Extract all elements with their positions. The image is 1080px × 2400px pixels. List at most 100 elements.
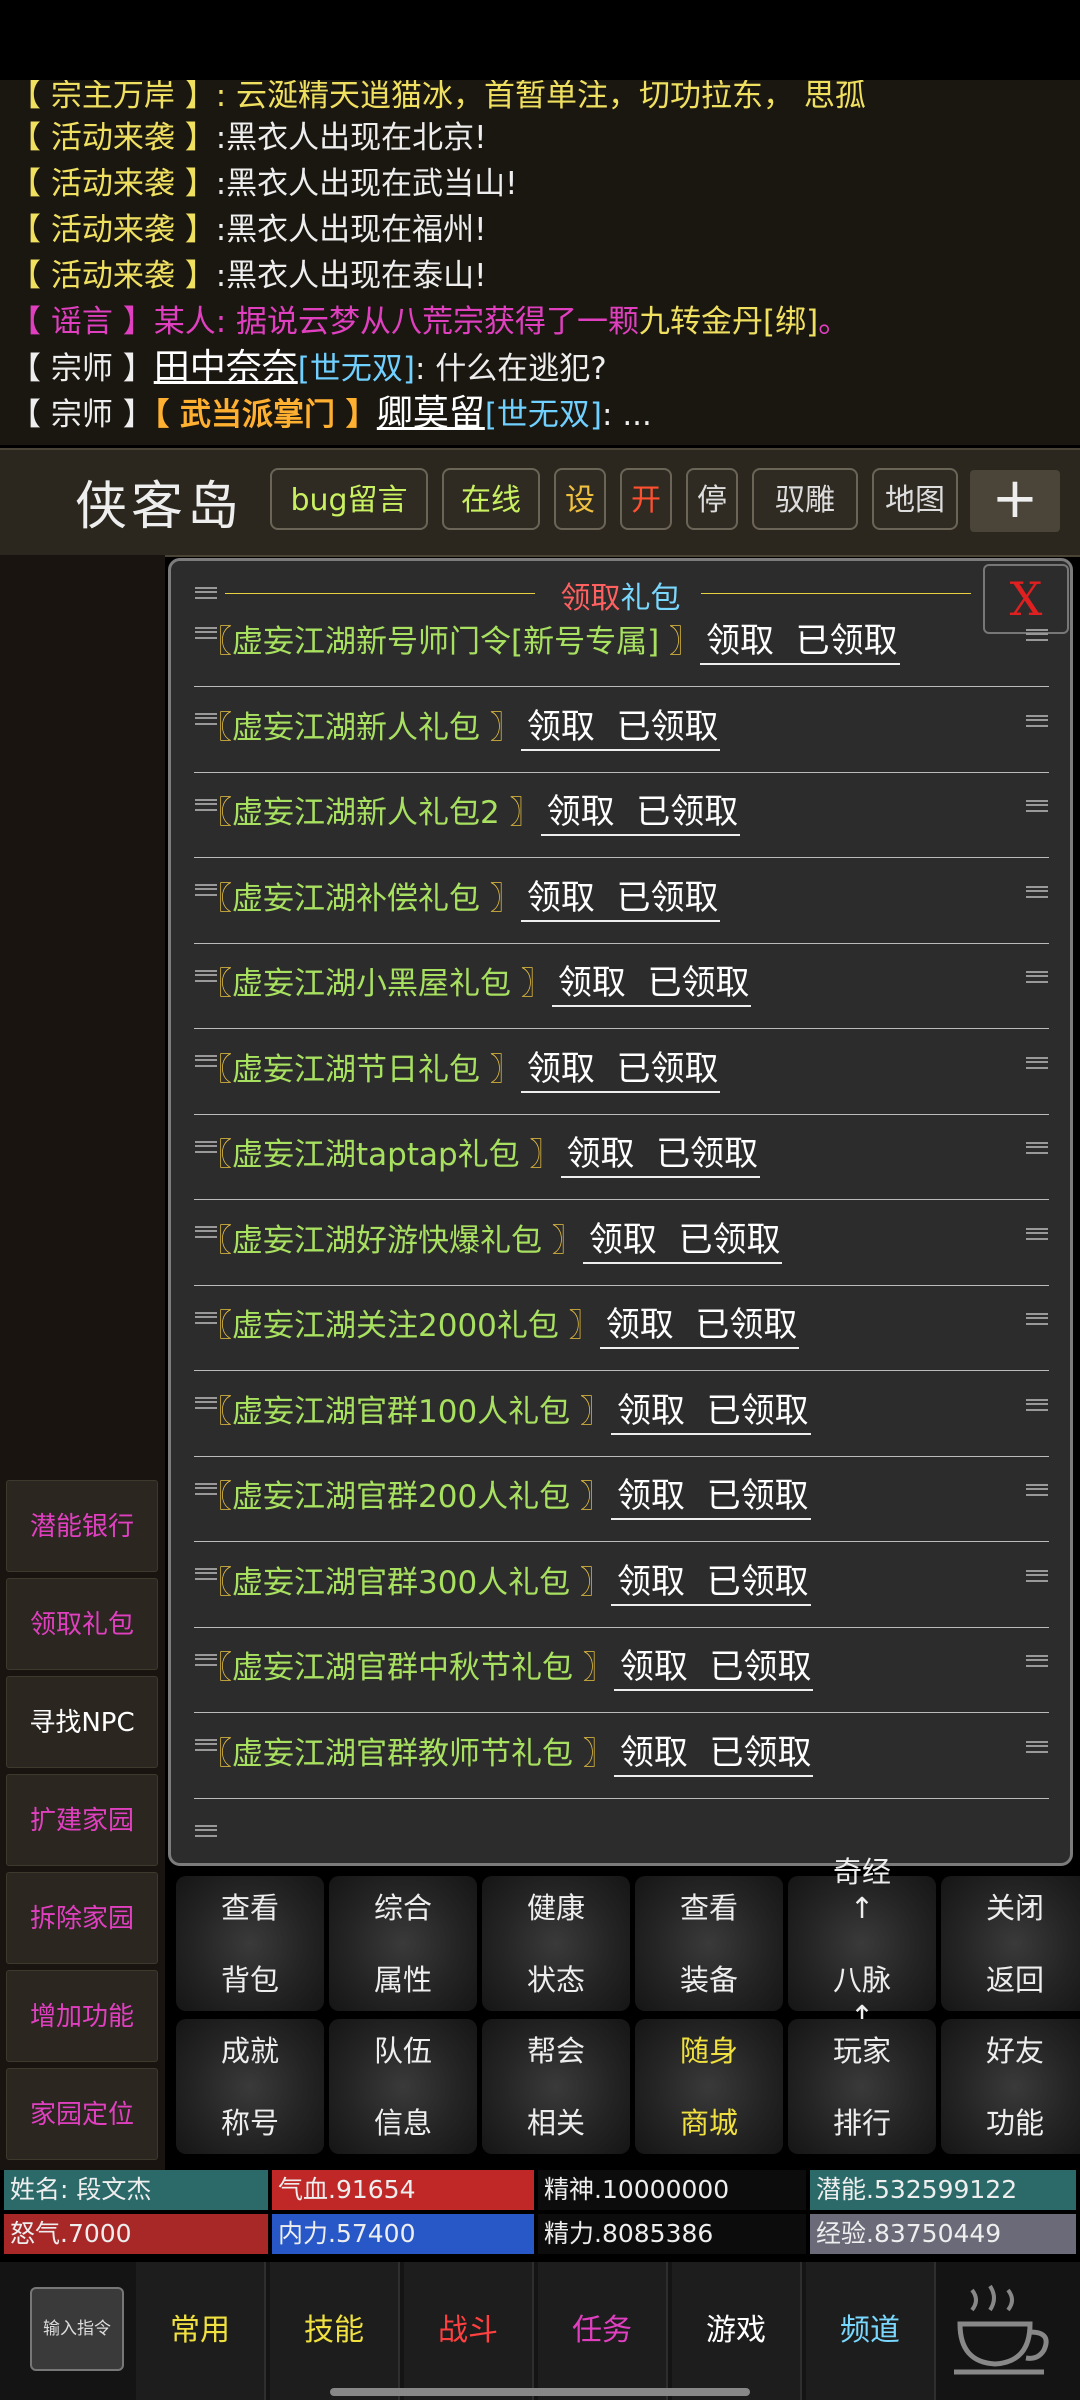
plus-icon[interactable]: + bbox=[970, 470, 1060, 532]
player-name-link[interactable]: 田中奈奈 bbox=[154, 347, 298, 388]
close-icon[interactable]: X bbox=[983, 564, 1069, 634]
menu-mark-icon bbox=[195, 713, 217, 725]
action-button-shop[interactable]: 随身 商城 bbox=[635, 2019, 783, 2154]
sidebar-item-home-locate[interactable]: 家园定位 bbox=[6, 2068, 158, 2160]
menu-mark-icon bbox=[195, 1226, 217, 1238]
nav-battle[interactable]: 战斗 bbox=[404, 2262, 534, 2400]
chat-line: 【 宗师 】【 武当派掌门 】卿莫留[世无双]: ... bbox=[10, 393, 652, 434]
chat-line: 【 宗主万岸 】: 云涎精天逍猫冰，首暂单注，切功拉东， 思孤 bbox=[10, 80, 866, 114]
gift-row: 〖虚妄江湖官群教师节礼包 〗领取 已领取 bbox=[201, 1723, 814, 1783]
action-button-friends[interactable]: 好友 功能 bbox=[941, 2019, 1080, 2154]
gift-name: 虚妄江湖官群中秋节礼包 bbox=[232, 1650, 573, 1686]
stop-button[interactable]: 停 bbox=[686, 468, 738, 530]
sidebar-item-find-npc[interactable]: 寻找NPC bbox=[6, 1676, 158, 1768]
sidebar-item-remove-home[interactable]: 拆除家园 bbox=[6, 1872, 158, 1964]
divider bbox=[194, 1626, 1049, 1628]
claim-link[interactable]: 领取 已领取 bbox=[611, 1476, 811, 1520]
player-name-link[interactable]: 卿莫留 bbox=[377, 393, 485, 434]
game-title: 侠客岛 bbox=[75, 477, 244, 537]
sidebar-item-add-function[interactable]: 增加功能 bbox=[6, 1970, 158, 2062]
gift-row: 〖虚妄江湖新人礼包 〗领取 已领取 bbox=[201, 697, 721, 757]
action-button-ranking[interactable]: 玩家 排行 bbox=[788, 2019, 936, 2154]
claim-link[interactable]: 领取 已领取 bbox=[613, 1647, 814, 1691]
gift-name: 虚妄江湖新人礼包 bbox=[232, 709, 480, 746]
action-button-bag[interactable]: 查看 背包 bbox=[176, 1876, 324, 2011]
menu-mark-icon bbox=[1026, 629, 1048, 641]
chat-line: 【 活动来袭 】:黑衣人出现在福州! bbox=[10, 212, 487, 248]
sidebar-item-gift-claim[interactable]: 领取礼包 bbox=[6, 1578, 158, 1670]
online-button[interactable]: 在线 bbox=[442, 468, 540, 530]
menu-mark-icon bbox=[1026, 714, 1048, 727]
gift-row: 〖虚妄江湖官群中秋节礼包 〗领取 已领取 bbox=[201, 1637, 814, 1697]
claim-link[interactable]: 领取 已领取 bbox=[700, 621, 900, 665]
input-command-button[interactable]: 输入指令 bbox=[30, 2287, 124, 2371]
action-button-close-return[interactable]: 关闭 返回 bbox=[941, 1876, 1080, 2011]
menu-mark-icon bbox=[1026, 1227, 1048, 1240]
gift-name: 虚妄江湖官群100人礼包 bbox=[232, 1393, 571, 1430]
claim-link[interactable]: 领取 已领取 bbox=[520, 1048, 721, 1093]
gift-name: 虚妄江湖新人礼包2 bbox=[232, 795, 500, 831]
bug-report-button[interactable]: bug留言 bbox=[270, 468, 428, 530]
menu-mark-icon bbox=[195, 1055, 217, 1067]
claim-link[interactable]: 领取 已领取 bbox=[582, 1219, 783, 1264]
gift-row: 〖虚妄江湖官群100人礼包 〗领取 已领取 bbox=[201, 1381, 811, 1441]
divider bbox=[194, 771, 1049, 773]
gift-row: 〖虚妄江湖关注2000礼包 〗领取 已领取 bbox=[201, 1295, 800, 1355]
nav-channels[interactable]: 频道 bbox=[806, 2262, 936, 2400]
claim-link[interactable]: 领取 已领取 bbox=[520, 877, 721, 922]
nav-tasks[interactable]: 任务 bbox=[538, 2262, 668, 2400]
hp-stat: 气血.91654 bbox=[272, 2170, 534, 2210]
claim-link[interactable]: 领取 已领取 bbox=[611, 1561, 811, 1606]
action-button-equipment[interactable]: 查看 装备 bbox=[635, 1876, 783, 2011]
divider bbox=[194, 857, 1049, 858]
divider bbox=[194, 1455, 1049, 1457]
menu-mark-icon bbox=[1026, 885, 1048, 898]
gift-name: 虚妄江湖新号师门令[新号专属] bbox=[232, 624, 660, 660]
nav-skills[interactable]: 技能 bbox=[270, 2262, 400, 2400]
claim-link[interactable]: 领取 已领取 bbox=[540, 792, 741, 836]
divider bbox=[194, 942, 1049, 944]
claim-link[interactable]: 领取 已领取 bbox=[560, 1134, 761, 1178]
gift-row: 〖虚妄江湖好游快爆礼包 〗领取 已领取 bbox=[201, 1210, 783, 1270]
action-button-guild[interactable]: 帮会 相关 bbox=[482, 2019, 630, 2154]
action-button-attributes[interactable]: 综合 属性 bbox=[329, 1876, 477, 2011]
claim-link[interactable]: 领取 已领取 bbox=[599, 1305, 800, 1349]
menu-mark-icon bbox=[1026, 1484, 1048, 1496]
claim-link[interactable]: 领取 已领取 bbox=[520, 706, 721, 751]
action-button-health[interactable]: 健康 状态 bbox=[482, 1876, 630, 2011]
claim-link[interactable]: 领取 已领取 bbox=[613, 1732, 814, 1777]
settings-button[interactable]: 设 bbox=[554, 468, 606, 530]
claim-link[interactable]: 领取 已领取 bbox=[611, 1390, 811, 1435]
nav-guide[interactable]: 游戏 bbox=[672, 2262, 802, 2400]
map-button[interactable]: 地图 bbox=[872, 468, 958, 530]
gift-row: 〖虚妄江湖taptap礼包 〗领取 已领取 bbox=[201, 1124, 761, 1184]
chat-log[interactable]: 【 宗主万岸 】: 云涎精天逍猫冰，首暂单注，切功拉东， 思孤 【 活动来袭 】… bbox=[0, 80, 1080, 445]
nav-common-commands[interactable]: 常用 bbox=[136, 2262, 266, 2400]
chat-line: 【 谣言 】某人: 据说云梦从八荒宗获得了一颗九转金丹[绑]。 bbox=[10, 304, 850, 340]
eagle-button[interactable]: 驭雕 bbox=[752, 468, 858, 530]
gift-row: 〖虚妄江湖官群200人礼包 〗领取 已领取 bbox=[201, 1466, 811, 1526]
mp-stat: 内力.57400 bbox=[272, 2214, 534, 2254]
gift-name: 虚妄江湖补偿礼包 bbox=[232, 880, 480, 917]
sidebar-item-expand-home[interactable]: 扩建家园 bbox=[6, 1774, 158, 1866]
start-button[interactable]: 开 bbox=[620, 468, 672, 530]
menu-mark-icon bbox=[195, 1653, 217, 1666]
menu-mark-icon bbox=[1026, 1056, 1048, 1069]
gift-dialog: 领取礼包 X 〖虚妄江湖新号师门令[新号专属] 〗领取 已领取 〖虚妄江湖新人礼包… bbox=[168, 558, 1073, 1866]
action-button-meridians[interactable]: 奇经↑ 八脉↑ bbox=[788, 1855, 936, 2033]
claim-link[interactable]: 领取 已领取 bbox=[551, 963, 752, 1007]
menu-mark-icon bbox=[1026, 1569, 1048, 1582]
potential-stat: 潜能.532599122 bbox=[810, 2170, 1076, 2210]
bottom-nav: 输入指令 常用 技能 战斗 任务 游戏 频道 bbox=[0, 2262, 1080, 2400]
divider bbox=[194, 1541, 1049, 1542]
home-indicator[interactable] bbox=[330, 2388, 750, 2396]
sidebar-item-potential-bank[interactable]: 潜能银行 bbox=[6, 1480, 158, 1572]
teacup-icon[interactable] bbox=[950, 2282, 1060, 2382]
action-grid: 查看 背包 综合 属性 健康 状态 查看 装备 奇经↑ 八脉↑ 关闭 返回成就 称号 队伍 信息 帮会 相关 随身… bbox=[168, 1855, 1080, 2164]
action-button-team[interactable]: 队伍 信息 bbox=[329, 2019, 477, 2154]
action-button-achievements[interactable]: 成就 称号 bbox=[176, 2019, 324, 2154]
menu-mark-icon bbox=[1026, 1142, 1048, 1154]
gift-name: 虚妄江湖关注2000礼包 bbox=[232, 1308, 559, 1344]
rage-stat: 怒气.7000 bbox=[4, 2214, 268, 2254]
menu-mark-icon bbox=[195, 1140, 217, 1153]
